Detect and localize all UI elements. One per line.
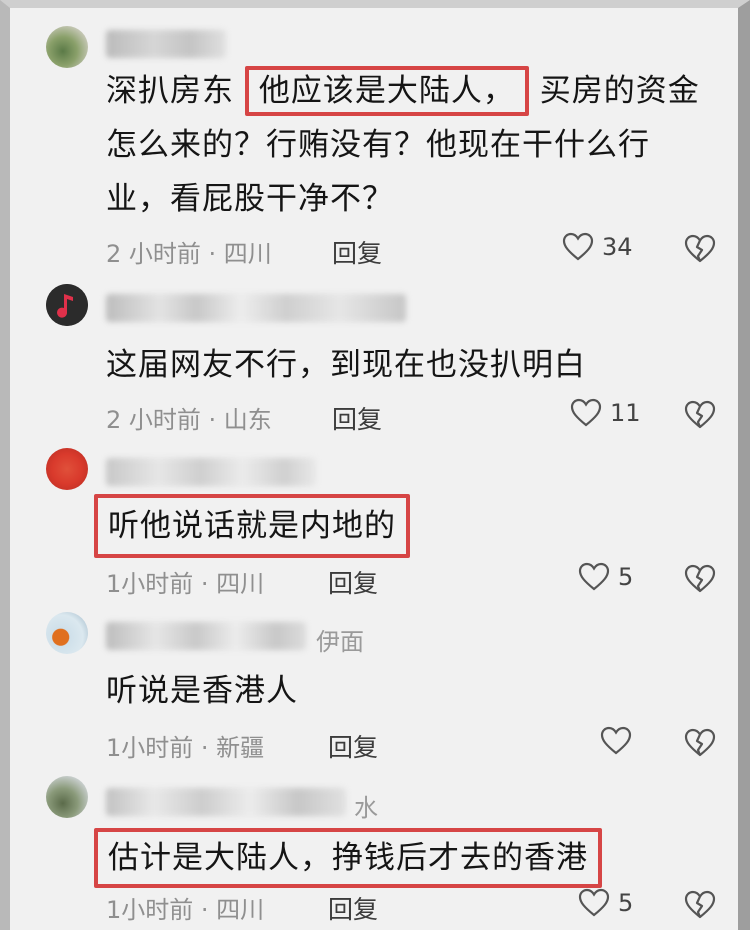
username-blurred[interactable] (106, 458, 316, 486)
highlight-box: 他应该是大陆人， (244, 66, 529, 116)
comment-meta: 2 小时前 · 四川 (106, 240, 272, 268)
heart-icon (562, 232, 594, 261)
comment-meta: 1小时前 · 新疆 (106, 734, 265, 762)
username-blurred[interactable] (106, 30, 226, 58)
like-count: 5 (618, 889, 634, 917)
like-count: 34 (602, 233, 633, 261)
comment-text: 听说是香港人 (106, 673, 298, 709)
heart-icon (578, 562, 610, 591)
broken-heart-icon[interactable] (684, 728, 716, 758)
reply-button[interactable]: 回复 (328, 564, 378, 600)
comment-text: 听他说话就是内地的 (94, 494, 410, 558)
comment-meta: 1小时前 · 四川 (106, 896, 265, 924)
broken-heart-icon[interactable] (684, 400, 716, 430)
comment-text: 估计是大陆人，挣钱后才去的香港 (94, 828, 602, 888)
heart-icon (578, 888, 610, 917)
heart-icon (600, 726, 632, 755)
like-count: 11 (610, 399, 641, 427)
comment-text-part: 业，看屁股干净不？ (106, 181, 394, 217)
comment-text: 深扒房东 他应该是大陆人， 买房的资金 怎么来的？行贿没有？他现在干什么行 业，… (106, 64, 700, 226)
like-count: 5 (618, 563, 634, 591)
highlight-box: 估计是大陆人，挣钱后才去的香港 (94, 828, 602, 888)
music-note-icon (46, 284, 88, 326)
reply-button[interactable]: 回复 (332, 400, 382, 436)
comment-text: 这届网友不行，到现在也没扒明白 (106, 347, 586, 383)
reply-button[interactable]: 回复 (328, 728, 378, 764)
username-blurred[interactable] (106, 294, 406, 322)
like-button[interactable]: 5 (578, 562, 633, 592)
like-button[interactable] (600, 726, 640, 756)
username-suffix: 伊面 (316, 628, 364, 656)
reply-button[interactable]: 回复 (332, 234, 382, 270)
like-button[interactable]: 34 (562, 232, 633, 262)
heart-icon (570, 398, 602, 427)
broken-heart-icon[interactable] (684, 564, 716, 594)
comment-meta: 2 小时前 · 山东 (106, 406, 272, 434)
broken-heart-icon[interactable] (684, 890, 716, 920)
comment-text-part: 怎么来的？行贿没有？他现在干什么行 (106, 127, 650, 163)
avatar[interactable] (46, 26, 88, 68)
comment-text-part: 买房的资金 (539, 73, 700, 109)
username-blurred[interactable] (106, 622, 306, 650)
like-button[interactable]: 5 (578, 888, 633, 918)
avatar[interactable] (46, 776, 88, 818)
username-blurred[interactable] (106, 788, 346, 816)
username-suffix: 水 (354, 794, 378, 822)
broken-heart-icon[interactable] (684, 234, 716, 264)
highlight-box: 听他说话就是内地的 (94, 494, 410, 558)
avatar[interactable] (46, 612, 88, 654)
comment-list: 深扒房东 他应该是大陆人， 买房的资金 怎么来的？行贿没有？他现在干什么行 业，… (0, 0, 750, 930)
comment-text-part: 深扒房东 (106, 73, 234, 109)
comment-meta: 1小时前 · 四川 (106, 570, 265, 598)
avatar[interactable] (46, 284, 88, 326)
like-button[interactable]: 11 (570, 398, 641, 428)
avatar[interactable] (46, 448, 88, 490)
reply-button[interactable]: 回复 (328, 890, 378, 926)
